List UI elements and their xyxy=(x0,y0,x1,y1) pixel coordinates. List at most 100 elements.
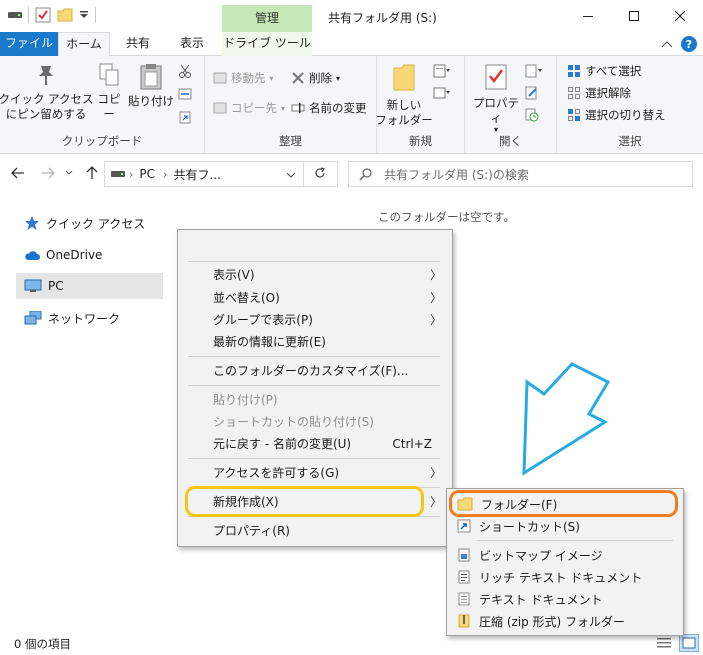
new-folder-button[interactable]: 新しい フォルダー xyxy=(375,62,433,128)
properties-icon xyxy=(483,62,509,92)
menu-item-give-access[interactable]: アクセスを許可する(G) 〉 xyxy=(178,462,452,484)
details-view-icon[interactable] xyxy=(656,636,672,653)
divider xyxy=(95,7,96,23)
help-icon[interactable]: ? xyxy=(681,36,697,52)
new-item-button[interactable] xyxy=(433,64,451,78)
paste-button[interactable]: 貼り付け xyxy=(128,62,174,109)
new-folder-qat-icon[interactable] xyxy=(57,7,73,23)
breadcrumb-separator-icon: › xyxy=(129,167,134,181)
open-button[interactable] xyxy=(525,64,543,78)
easy-access-button[interactable] xyxy=(433,86,451,100)
cloud-icon xyxy=(25,251,40,260)
collapse-ribbon-icon[interactable] xyxy=(661,40,673,48)
history-icon xyxy=(525,108,539,122)
pointer-arrow-icon xyxy=(522,362,611,476)
tab-home[interactable]: ホーム xyxy=(58,32,110,57)
paste-shortcut-button[interactable] xyxy=(178,110,192,124)
large-icons-view-icon[interactable] xyxy=(679,634,699,652)
submenu-item-label: テキスト ドキュメント xyxy=(479,592,603,607)
nav-item-pc[interactable]: PC xyxy=(16,273,163,299)
address-bar[interactable]: › PC › 共有フ... xyxy=(104,161,338,187)
copy-button[interactable]: コピー xyxy=(92,62,126,122)
nav-label: ネットワーク xyxy=(48,311,121,326)
copy-icon xyxy=(96,62,122,88)
nav-item-network[interactable]: ネットワーク xyxy=(16,305,163,331)
drive-icon xyxy=(111,169,125,179)
move-to-button[interactable]: 移動先 ▾ xyxy=(213,70,274,86)
pin-label: クイック アクセス にピン留めする xyxy=(0,92,94,121)
submenu-item-zip[interactable]: 圧縮 (zip 形式) フォルダー xyxy=(447,610,683,632)
submenu-item-shortcut[interactable]: ショートカット(S) xyxy=(447,515,683,537)
tab-share[interactable]: 共有 xyxy=(112,32,164,56)
nav-item-quick-access[interactable]: クイック アクセス xyxy=(16,210,163,236)
edit-button[interactable] xyxy=(525,86,539,100)
new-item-icon xyxy=(433,64,451,78)
delete-label: 削除 xyxy=(309,71,332,85)
menu-item-properties[interactable]: プロパティ(R) xyxy=(178,520,452,542)
scissors-icon xyxy=(178,64,192,78)
menu-item-paste[interactable]: 貼り付け(P) xyxy=(178,389,452,411)
invert-selection-button[interactable]: 選択の切り替え xyxy=(567,107,666,123)
recent-locations-button[interactable] xyxy=(62,163,76,183)
breadcrumb-share[interactable]: 共有フ... xyxy=(173,166,220,183)
submenu-item-text[interactable]: テキスト ドキュメント xyxy=(447,588,683,610)
copy-to-button[interactable]: コピー先 ▾ xyxy=(213,100,285,116)
menu-item-group-by[interactable]: グループで表示(P) 〉 xyxy=(178,309,452,331)
copy-to-icon xyxy=(213,101,227,115)
cut-button[interactable] xyxy=(178,64,192,78)
monitor-icon xyxy=(24,279,42,292)
qat-dropdown-icon[interactable] xyxy=(79,10,89,20)
bitmap-file-icon xyxy=(458,548,470,562)
close-button[interactable] xyxy=(657,0,703,32)
nav-label: PC xyxy=(48,279,64,293)
select-group: すべて選択 選択解除 選択の切り替え 選択 xyxy=(557,56,703,154)
title-bar: 管理 共有フォルダ用 (S:) xyxy=(0,0,703,32)
refresh-icon[interactable] xyxy=(314,167,326,182)
tab-drive-tools[interactable]: ドライブ ツール xyxy=(222,32,312,56)
properties-button[interactable]: プロパティ ▾ xyxy=(469,62,523,134)
select-all-button[interactable]: すべて選択 xyxy=(567,63,641,79)
menu-item-label: グループで表示(P) xyxy=(213,313,313,327)
select-group-label: 選択 xyxy=(618,134,642,148)
menu-item-sort[interactable]: 並べ替え(O) 〉 xyxy=(178,287,452,309)
delete-button[interactable]: 削除 ▾ xyxy=(291,70,340,86)
address-dropdown-icon[interactable] xyxy=(286,168,296,182)
nav-item-onedrive[interactable]: OneDrive xyxy=(16,242,163,268)
pin-quick-access-button[interactable]: クイック アクセス にピン留めする xyxy=(0,62,94,122)
menu-item-undo[interactable]: 元に戻す - 名前の変更(U) Ctrl+Z xyxy=(178,433,452,455)
rename-icon xyxy=(291,101,305,115)
submenu-item-label: リッチ テキスト ドキュメント xyxy=(479,570,643,585)
properties-qat-icon[interactable] xyxy=(35,7,51,23)
manage-context-tab[interactable]: 管理 xyxy=(222,5,312,32)
up-button[interactable] xyxy=(82,163,102,183)
copy-path-button[interactable] xyxy=(178,88,192,100)
minimize-button[interactable] xyxy=(565,0,611,32)
open-group-label: 開く xyxy=(499,134,522,148)
breadcrumb-pc[interactable]: PC xyxy=(139,167,155,181)
menu-separator xyxy=(188,385,440,386)
back-button[interactable] xyxy=(8,163,28,183)
submenu-item-bitmap[interactable]: ビットマップ イメージ xyxy=(447,544,683,566)
tab-file[interactable]: ファイル xyxy=(0,32,58,56)
maximize-button[interactable] xyxy=(611,0,657,32)
menu-item-paste-shortcut[interactable]: ショートカットの貼り付け(S) xyxy=(178,411,452,433)
chevron-right-icon: 〉 xyxy=(429,495,442,509)
menu-item-refresh[interactable]: 最新の情報に更新(E) xyxy=(178,331,452,353)
select-none-icon xyxy=(567,86,581,100)
tab-view[interactable]: 表示 xyxy=(166,32,218,56)
window-title: 共有フォルダ用 (S:) xyxy=(328,11,437,25)
rename-button[interactable]: 名前の変更 xyxy=(291,100,367,116)
breadcrumb-separator-icon: › xyxy=(163,167,168,181)
select-none-button[interactable]: 選択解除 xyxy=(567,85,631,101)
paste-icon xyxy=(138,62,164,90)
pin-icon xyxy=(33,62,59,88)
navigation-pane: クイック アクセス OneDrive PC ネットワーク xyxy=(0,193,164,623)
history-button[interactable] xyxy=(525,108,539,122)
menu-item-label: 表示(V) xyxy=(213,268,255,282)
menu-item-view[interactable]: 表示(V) 〉 xyxy=(178,264,452,286)
submenu-item-rtf[interactable]: リッチ テキスト ドキュメント xyxy=(447,566,683,588)
forward-button[interactable] xyxy=(38,163,58,183)
search-input[interactable]: 共有フォルダ用 (S:)の検索 xyxy=(348,161,693,187)
menu-item-customize[interactable]: このフォルダーのカスタマイズ(F)... xyxy=(178,360,452,382)
copy-to-label: コピー先 xyxy=(231,101,277,115)
